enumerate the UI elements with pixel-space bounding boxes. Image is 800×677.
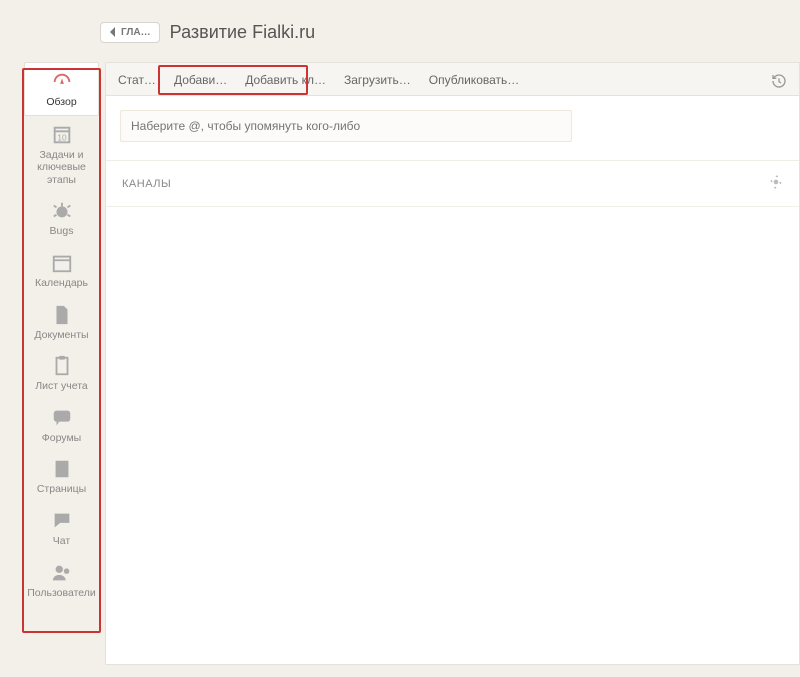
- sidebar-item-label: Задачи и ключевые этапы: [26, 149, 97, 187]
- sidebar-item-overview[interactable]: Обзор: [24, 62, 99, 116]
- sidebar-item-label: Чат: [53, 535, 70, 548]
- sidebar-item-calendar[interactable]: Календарь: [24, 244, 99, 296]
- tab-add[interactable]: Добави…: [174, 73, 227, 87]
- gear-icon: [769, 175, 783, 189]
- sidebar-item-bugs[interactable]: Bugs: [24, 192, 99, 244]
- tab-status[interactable]: Стат…: [118, 73, 156, 87]
- page-title: Развитие Fialki.ru: [170, 22, 315, 43]
- calendar-todo-icon: 10: [51, 124, 73, 146]
- sidebar-item-label: Обзор: [46, 96, 76, 109]
- tab-add-milestone[interactable]: Добавить кл…: [245, 73, 326, 87]
- channels-section: КАНАЛЫ: [106, 161, 799, 207]
- sidebar-item-timesheet[interactable]: Лист учета: [24, 347, 99, 399]
- chat-bubble-icon: [51, 407, 73, 429]
- sidebar-item-users[interactable]: Пользователи: [24, 554, 99, 606]
- tab-publish[interactable]: Опубликовать…: [429, 73, 519, 87]
- document-icon: [51, 304, 73, 326]
- sidebar-item-label: Bugs: [50, 225, 74, 238]
- sidebar-item-chat[interactable]: Чат: [24, 502, 99, 554]
- history-icon: [771, 73, 787, 89]
- doc-square-icon: [51, 458, 73, 480]
- back-button-label: ГЛА…: [121, 27, 151, 38]
- main-panel: Стат… Добави… Добавить кл… Загрузить… Оп…: [105, 62, 800, 665]
- action-tabs: Стат… Добави… Добавить кл… Загрузить… Оп…: [106, 63, 799, 96]
- history-button[interactable]: [771, 73, 787, 92]
- users-icon: [51, 562, 73, 584]
- app-root: ГЛА… Развитие Fialki.ru Обзор 10 Задачи …: [0, 0, 800, 677]
- body-area: Обзор 10 Задачи и ключевые этапы Bugs Ка…: [0, 62, 800, 665]
- sidebar-item-label: Пользователи: [27, 587, 96, 600]
- sidebar-item-label: Форумы: [42, 432, 81, 445]
- sidebar-item-forums[interactable]: Форумы: [24, 399, 99, 451]
- sidebar-item-pages[interactable]: Страницы: [24, 450, 99, 502]
- sidebar-item-label: Календарь: [35, 277, 88, 290]
- mention-input[interactable]: [120, 110, 572, 142]
- gauge-icon: [51, 71, 73, 93]
- header-bar: ГЛА… Развитие Fialki.ru: [0, 12, 800, 52]
- bug-icon: [51, 200, 73, 222]
- compose-area: [106, 96, 799, 161]
- channels-title: КАНАЛЫ: [122, 178, 171, 190]
- chevron-left-icon: [109, 27, 117, 37]
- sidebar-item-tasks[interactable]: 10 Задачи и ключевые этапы: [24, 116, 99, 193]
- calendar-icon: [51, 252, 73, 274]
- sidebar-item-label: Страницы: [37, 483, 86, 496]
- sidebar-item-label: Лист учета: [35, 380, 87, 393]
- clipboard-icon: [51, 355, 73, 377]
- tab-upload[interactable]: Загрузить…: [344, 73, 411, 87]
- speech-icon: [51, 510, 73, 532]
- sidebar-item-label: Документы: [34, 329, 88, 342]
- svg-text:10: 10: [57, 133, 67, 142]
- sidebar-item-documents[interactable]: Документы: [24, 296, 99, 348]
- sidebar: Обзор 10 Задачи и ключевые этапы Bugs Ка…: [24, 62, 99, 665]
- back-button[interactable]: ГЛА…: [100, 22, 160, 43]
- channels-settings-button[interactable]: [769, 175, 783, 192]
